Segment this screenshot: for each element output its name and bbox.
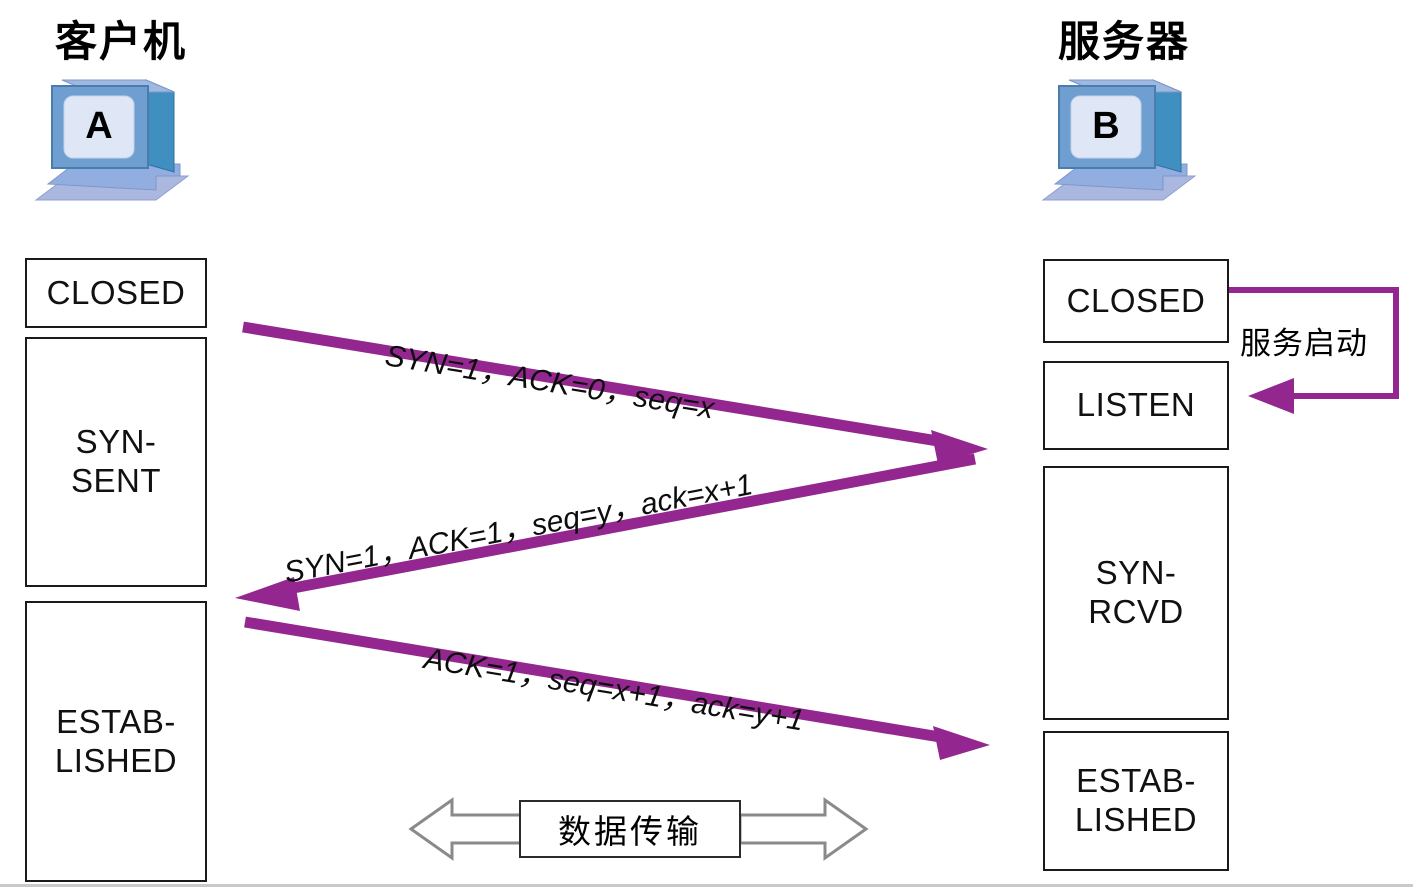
message-label-2: SYN=1，ACK=1，seq=y，ack=x+1 <box>281 468 756 590</box>
server-computer-icon: B <box>1035 72 1215 217</box>
service-start-label: 服务启动 <box>1240 326 1368 361</box>
client-computer-icon: A <box>28 72 208 217</box>
server-state-established: ESTAB- LISHED <box>1043 731 1229 871</box>
client-state-established: ESTAB- LISHED <box>25 601 207 882</box>
client-title: 客户机 <box>55 20 188 66</box>
message-label-3: ACK=1，seq=x+1，ack=y+1 <box>421 642 807 738</box>
server-state-closed: CLOSED <box>1043 259 1229 343</box>
server-state-listen: LISTEN <box>1043 361 1229 450</box>
server-title: 服务器 <box>1058 20 1191 66</box>
tcp-handshake-diagram: 客户机 服务器 A B CLOSED SYN- SENT ESTAB- LISH… <box>0 0 1413 887</box>
server-icon-letter: B <box>1092 105 1119 147</box>
client-state-closed: CLOSED <box>25 258 207 328</box>
state-label: ESTAB- LISHED <box>1074 762 1198 838</box>
data-transfer-box: 数据传输 <box>519 800 741 858</box>
state-label: SYN- RCVD <box>1088 554 1184 630</box>
state-label: ESTAB- LISHED <box>54 702 178 779</box>
client-icon-letter: A <box>85 105 112 147</box>
server-state-syn-rcvd: SYN- RCVD <box>1043 466 1229 720</box>
state-label: CLOSED <box>1066 281 1206 319</box>
data-transfer-label: 数据传输 <box>558 815 702 851</box>
state-label: SYN- SENT <box>70 423 161 499</box>
state-label: LISTEN <box>1076 386 1196 424</box>
client-state-syn-sent: SYN- SENT <box>25 337 207 587</box>
state-label: CLOSED <box>46 273 186 311</box>
message-label-1: SYN=1，ACK=0，seq=x <box>382 339 717 426</box>
